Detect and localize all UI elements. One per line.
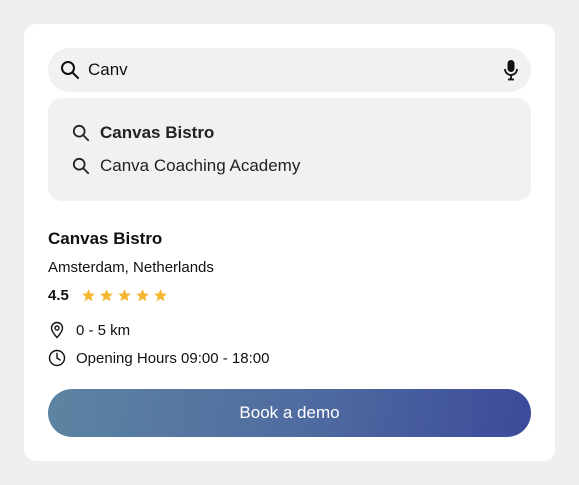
location-pin-icon bbox=[50, 321, 64, 339]
star-icon bbox=[135, 288, 149, 301]
suggestion-item[interactable]: Canvas Bistro bbox=[72, 121, 214, 145]
search-icon bbox=[72, 124, 90, 142]
hours-row: Opening Hours 09:00 - 18:00 bbox=[48, 348, 269, 368]
suggestion-label: Canva Coaching Academy bbox=[100, 156, 301, 175]
rating-value: 4.5 bbox=[48, 286, 69, 304]
star-icon bbox=[81, 288, 95, 301]
place-location: Amsterdam, Netherlands bbox=[48, 259, 214, 276]
book-demo-button[interactable]: Book a demo bbox=[48, 389, 531, 437]
search-icon bbox=[72, 157, 90, 175]
search-input[interactable]: Canv bbox=[88, 48, 128, 92]
star-icon bbox=[117, 288, 131, 301]
distance-row: 0 - 5 km bbox=[48, 320, 130, 340]
clock-icon bbox=[48, 349, 66, 367]
star-rating bbox=[81, 288, 171, 303]
search-icon bbox=[61, 61, 79, 79]
place-title: Canvas Bistro bbox=[48, 229, 163, 248]
rating: 4.5 bbox=[48, 285, 171, 305]
microphone-icon[interactable] bbox=[503, 59, 519, 81]
place-card: Canv Canvas Bistro Canva Coaching Academ… bbox=[24, 24, 555, 461]
star-icon bbox=[99, 288, 113, 301]
suggestion-label: Canvas Bistro bbox=[100, 123, 215, 142]
suggestions-dropdown: Canvas Bistro Canva Coaching Academy bbox=[48, 98, 531, 201]
star-icon bbox=[153, 288, 167, 301]
hours-text: Opening Hours 09:00 - 18:00 bbox=[76, 349, 270, 367]
search-bar[interactable]: Canv bbox=[48, 48, 531, 92]
suggestion-item[interactable]: Canva Coaching Academy bbox=[72, 154, 300, 178]
distance-text: 0 - 5 km bbox=[76, 321, 131, 339]
